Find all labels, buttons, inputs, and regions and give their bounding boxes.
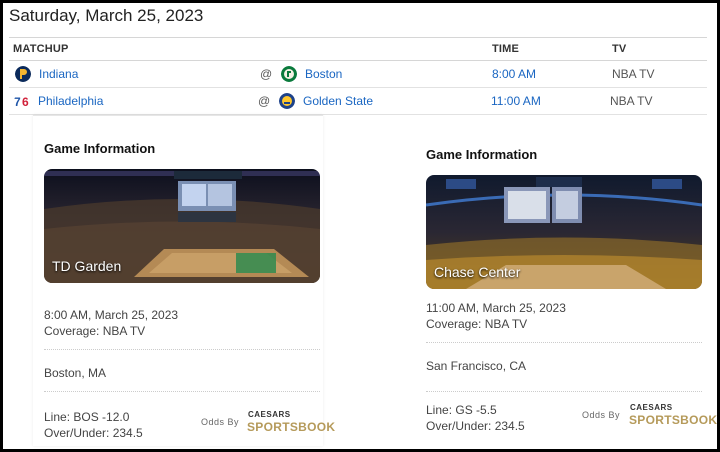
card-title: Game Information bbox=[44, 141, 156, 156]
column-time: TIME bbox=[492, 43, 520, 55]
column-tv: TV bbox=[612, 43, 627, 55]
schedule-panel: Saturday, March 25, 2023 MATCHUP TIME TV… bbox=[0, 0, 720, 452]
tv-network: NBA TV bbox=[610, 94, 653, 108]
game-location: San Francisco, CA bbox=[426, 359, 527, 373]
schedule-table: MATCHUP TIME TV Indiana @ Boston 8:00 AM… bbox=[9, 37, 707, 115]
table-row: 7 6 Philadelphia @ Golden State 11:00 AM… bbox=[9, 88, 707, 115]
sportsbook-logo-text[interactable]: SPORTSBOOK bbox=[629, 413, 717, 427]
table-header: MATCHUP TIME TV bbox=[9, 37, 707, 61]
page-title: Saturday, March 25, 2023 bbox=[9, 6, 204, 25]
golden-state-warriors-logo-icon bbox=[279, 93, 295, 109]
arena-name: Chase Center bbox=[434, 264, 521, 280]
odds-by-label: Odds By bbox=[201, 417, 240, 427]
game-datetime: 8:00 AM, March 25, 2023 bbox=[44, 308, 179, 322]
divider bbox=[44, 391, 320, 392]
indiana-pacers-logo-icon bbox=[15, 66, 31, 82]
game-info-card: Game Information bbox=[33, 115, 335, 446]
arena-photo[interactable]: TD Garden bbox=[44, 169, 320, 283]
tv-network: NBA TV bbox=[612, 67, 655, 81]
game-datetime: 11:00 AM, March 25, 2023 bbox=[426, 301, 566, 315]
game-time-link[interactable]: 8:00 AM bbox=[492, 67, 536, 81]
home-team-link[interactable]: Golden State bbox=[303, 94, 373, 108]
divider bbox=[426, 391, 702, 392]
divider bbox=[426, 342, 702, 343]
away-team-link[interactable]: Philadelphia bbox=[38, 94, 103, 108]
column-matchup: MATCHUP bbox=[13, 43, 69, 55]
at-symbol: @ bbox=[258, 94, 271, 108]
game-coverage: Coverage: NBA TV bbox=[44, 324, 146, 338]
card-title: Game Information bbox=[426, 147, 538, 162]
game-location: Boston, MA bbox=[44, 366, 107, 380]
away-team-link[interactable]: Indiana bbox=[39, 67, 78, 81]
over-under: Over/Under: 234.5 bbox=[44, 426, 143, 440]
caesars-logo-text[interactable]: CAESARS bbox=[630, 403, 673, 412]
table-row: Indiana @ Boston 8:00 AM NBA TV bbox=[9, 61, 707, 88]
svg-text:6: 6 bbox=[22, 95, 29, 109]
caesars-logo-text[interactable]: CAESARS bbox=[248, 410, 291, 419]
game-time-link[interactable]: 11:00 AM bbox=[491, 94, 541, 108]
betting-line: Line: GS -5.5 bbox=[426, 403, 497, 417]
svg-text:7: 7 bbox=[14, 95, 21, 109]
game-coverage: Coverage: NBA TV bbox=[426, 317, 528, 331]
game-info-card: Game Information bbox=[415, 115, 717, 445]
odds-by-label: Odds By bbox=[582, 410, 621, 420]
boston-celtics-logo-icon bbox=[281, 66, 297, 82]
at-symbol: @ bbox=[260, 67, 273, 81]
divider bbox=[44, 349, 320, 350]
over-under: Over/Under: 234.5 bbox=[426, 419, 525, 433]
home-team-link[interactable]: Boston bbox=[305, 67, 342, 81]
arena-name: TD Garden bbox=[52, 258, 122, 274]
betting-line: Line: BOS -12.0 bbox=[44, 410, 130, 424]
sportsbook-logo-text[interactable]: SPORTSBOOK bbox=[247, 420, 335, 434]
arena-photo[interactable]: Chase Center bbox=[426, 175, 702, 289]
philadelphia-76ers-logo-icon: 7 6 bbox=[14, 95, 29, 109]
